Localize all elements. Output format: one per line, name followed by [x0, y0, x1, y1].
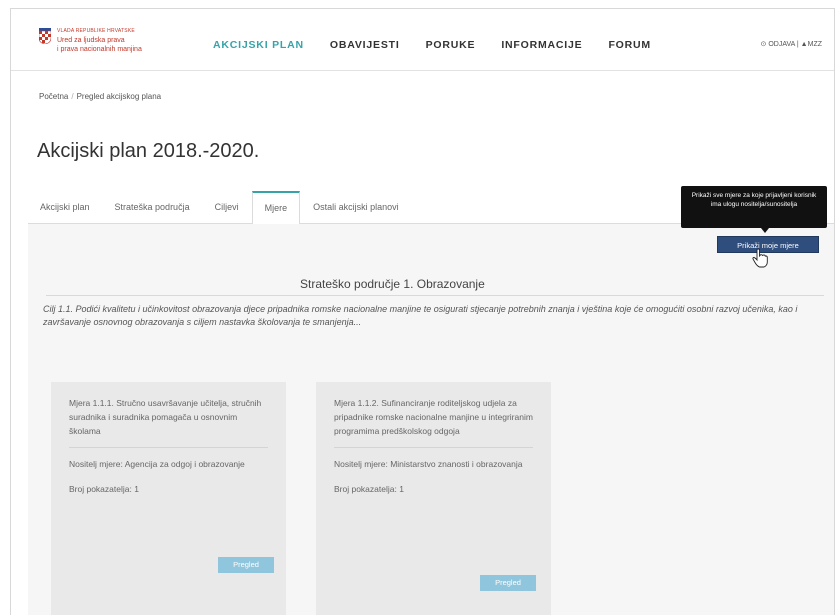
- tab-strateska-podrucja[interactable]: Strateška područja: [103, 191, 202, 224]
- logout-icon[interactable]: ⊙: [761, 41, 767, 48]
- view-button[interactable]: Pregled: [480, 575, 536, 591]
- logout-link[interactable]: ODJAVA: [768, 41, 795, 48]
- measure-indicator-count: Broj pokazatelja: 1: [69, 484, 139, 494]
- content-panel: Strateško područje 1. Obrazovanje Cilj 1…: [28, 224, 834, 615]
- nav-item-forum[interactable]: FORUM: [608, 39, 651, 51]
- user-separator: |: [796, 41, 799, 48]
- breadcrumb: Početna / Pregled akcijskog plana: [39, 92, 161, 101]
- user-name[interactable]: MZZ: [808, 41, 822, 48]
- nav-item-obavijesti[interactable]: OBAVIJESTI: [330, 39, 400, 51]
- user-area: ⊙ ODJAVA | ▲MZZ: [761, 40, 822, 48]
- user-icon: ▲: [800, 41, 808, 48]
- show-my-measures-button[interactable]: Prikaži moje mjere: [717, 236, 819, 253]
- tooltip-arrow: [761, 228, 769, 233]
- view-button[interactable]: Pregled: [218, 557, 274, 573]
- coat-of-arms-icon: [39, 28, 51, 44]
- measure-title: Mjera 1.1.1. Stručno usavršavanje učitel…: [69, 398, 262, 436]
- section-title: Strateško područje 1. Obrazovanje: [300, 277, 485, 291]
- measure-indicator-count: Broj pokazatelja: 1: [334, 484, 404, 494]
- tab-akcijski-plan[interactable]: Akcijski plan: [28, 191, 102, 224]
- browser-frame: VLADA REPUBLIKE HRVATSKE Ured za ljudska…: [10, 8, 835, 615]
- goal-text: Cilj 1.1. Podići kvalitetu i učinkovitos…: [43, 304, 798, 327]
- tab-ciljevi[interactable]: Ciljevi: [203, 191, 251, 224]
- measure-card: Mjera 1.1.2. Sufinanciranje roditeljskog…: [316, 382, 551, 615]
- tooltip: Prikaži sve mjere za koje prijavljeni ko…: [681, 186, 827, 228]
- tab-mjere[interactable]: Mjere: [251, 191, 301, 225]
- card-divider: [334, 447, 533, 448]
- logo-office-line1: Ured za ljudska prava: [57, 37, 125, 44]
- breadcrumb-separator: /: [71, 92, 74, 101]
- hand-cursor-icon: [752, 248, 768, 268]
- measure-card: Mjera 1.1.1. Stručno usavršavanje učitel…: [51, 382, 286, 615]
- logo-office-line2: i prava nacionalnih manjina: [57, 46, 142, 53]
- tab-ostali-akcijski-planovi[interactable]: Ostali akcijski planovi: [301, 191, 411, 224]
- main-nav: AKCIJSKI PLAN OBAVIJESTI PORUKE INFORMAC…: [213, 39, 677, 51]
- section-divider: [46, 295, 824, 296]
- breadcrumb-current: Pregled akcijskog plana: [76, 92, 162, 101]
- card-divider: [69, 447, 268, 448]
- logo-text: VLADA REPUBLIKE HRVATSKE Ured za ljudska…: [57, 27, 142, 54]
- nav-item-poruke[interactable]: PORUKE: [426, 39, 476, 51]
- breadcrumb-home[interactable]: Početna: [39, 92, 68, 101]
- site-header: VLADA REPUBLIKE HRVATSKE Ured za ljudska…: [11, 9, 834, 71]
- nav-item-akcijski-plan[interactable]: AKCIJSKI PLAN: [213, 39, 304, 51]
- nav-item-informacije[interactable]: INFORMACIJE: [501, 39, 582, 51]
- site-logo[interactable]: VLADA REPUBLIKE HRVATSKE Ured za ljudska…: [39, 27, 142, 54]
- measure-title: Mjera 1.1.2. Sufinanciranje roditeljskog…: [334, 398, 533, 436]
- logo-government: VLADA REPUBLIKE HRVATSKE: [57, 28, 135, 34]
- page-title: Akcijski plan 2018.-2020.: [37, 140, 260, 162]
- measure-holder: Nositelj mjere: Ministarstvo znanosti i …: [334, 459, 523, 469]
- measure-holder: Nositelj mjere: Agencija za odgoj i obra…: [69, 459, 245, 469]
